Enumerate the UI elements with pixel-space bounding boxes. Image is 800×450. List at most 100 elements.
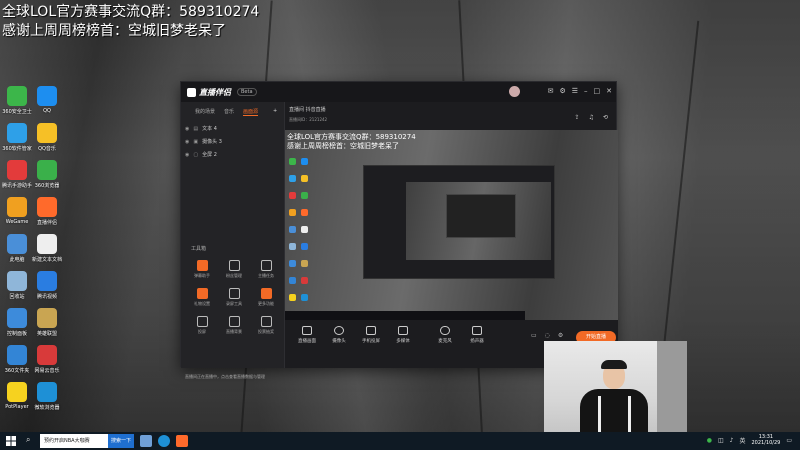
scene-label: 摄像头 3 [202, 139, 222, 145]
maximize-icon[interactable]: □ [594, 87, 601, 95]
minimize-icon[interactable]: – [584, 87, 588, 95]
tool-gifts[interactable]: 礼物设置 [186, 288, 218, 307]
gear-icon[interactable]: ⚙ [558, 332, 563, 339]
app-name: 直播伴侣 [199, 87, 231, 97]
phone-cast-button[interactable]: 手机投屏 [357, 326, 385, 344]
visibility-eye-icon[interactable]: ◉ [185, 152, 189, 158]
share-icon[interactable]: ⇪ [575, 114, 580, 121]
desktop-icon-label: 360安全卫士 [2, 109, 32, 115]
clock-date: 2021/10/29 [751, 440, 781, 446]
tab-music[interactable]: 音乐 [224, 108, 234, 116]
desktop-icon[interactable]: QQ音乐 [32, 123, 62, 152]
notification-icon[interactable]: ▭ [786, 437, 792, 444]
desktop-icon[interactable]: 回收站 [2, 271, 32, 300]
scene-row[interactable]: ◉ ▤ 文本 4 [181, 122, 284, 135]
overlay-qq-group-text: 全球LOL官方赛事交流Q群：589310274 [2, 4, 260, 20]
desktop-icon[interactable]: 360浏览器 [32, 160, 62, 189]
desktop-icon-label: 360软件管家 [2, 146, 32, 152]
microphone-button[interactable]: 麦克风 [431, 326, 459, 344]
camera-icon [334, 326, 344, 335]
desktop-icon-label: 腾讯手游助手 [2, 183, 32, 189]
desktop-icon[interactable]: 控制面板 [2, 308, 32, 337]
tool-danmaku[interactable]: 弹幕助手 [186, 260, 218, 279]
live-notice[interactable]: 直播间正在直播中，点击查看直播数据与管理 [185, 374, 265, 380]
visibility-eye-icon[interactable]: ◉ [185, 126, 189, 132]
desktop-icon[interactable]: 360软件管家 [2, 123, 32, 152]
version-badge: Beta [237, 88, 257, 96]
fullscreen-source-icon: ▢ [193, 151, 199, 158]
speaker-button[interactable]: 扬声器 [463, 326, 491, 344]
desktop-icon-label: 英雄联盟 [36, 331, 57, 337]
network-icon[interactable]: ◫ [718, 437, 724, 444]
overlay-thanks-text: 感谢上周周榜榜首：空城旧梦老呆了 [2, 23, 226, 39]
tool-cast[interactable]: 投屏 [186, 316, 218, 335]
windows-start-icon[interactable] [6, 436, 16, 446]
computer-icon [7, 234, 27, 254]
message-icon[interactable]: ✉ [548, 87, 554, 95]
live-companion-taskbar-icon[interactable] [176, 435, 188, 447]
desktop-icon[interactable]: 微软浏览器 [32, 382, 62, 411]
desktop-icon[interactable]: 英雄联盟 [32, 308, 62, 337]
bottom-tool-label: 多媒体 [396, 339, 410, 344]
desktop-icon[interactable]: WeGame [2, 197, 32, 225]
scene-panel: 我的场景 音乐 画面源 + ◉ ▤ 文本 4 ◉ ▣ 摄像头 3 ◉ ▢ 全屏 … [181, 102, 285, 379]
ime-icon[interactable]: 英 [739, 436, 745, 445]
media-button[interactable]: 多媒体 [389, 326, 417, 344]
tool-vote[interactable]: 投票抽奖 [250, 316, 282, 335]
bottom-tool-label: 麦克风 [438, 339, 452, 344]
close-icon[interactable]: ✕ [606, 87, 612, 95]
tool-fans[interactable]: 粉丝管理 [218, 260, 250, 279]
clock[interactable]: 13:31 2021/10/29 [752, 434, 781, 446]
edge-icon[interactable] [158, 435, 170, 447]
scene-row[interactable]: ◉ ▢ 全屏 2 [181, 148, 284, 161]
desktop-icon[interactable]: 360安全卫士 [2, 86, 32, 115]
menu-icon[interactable]: ☰ [572, 87, 578, 95]
desktop-icon[interactable]: 腾讯手游助手 [2, 160, 32, 189]
room-title[interactable]: 直播间 抖音直播 [289, 106, 326, 113]
desktop-icon[interactable]: 网易云音乐 [32, 345, 62, 374]
desktop-icon-label: 腾讯视频 [36, 294, 57, 300]
bell-icon[interactable]: ♫ [589, 114, 594, 121]
mini-controls: ▭ ◌ ⚙ [531, 332, 563, 339]
desktop-icon-label: PotPlayer [5, 404, 29, 410]
scene-label: 全屏 2 [202, 152, 217, 158]
desktop-icon[interactable]: QQ [32, 86, 62, 114]
desktop-icon-label: 网易云音乐 [34, 368, 60, 374]
desktop-icon[interactable]: 新建文本文档 [32, 234, 62, 263]
add-scene-icon[interactable]: + [273, 108, 277, 116]
refresh-icon[interactable]: ⟲ [603, 114, 608, 121]
nested-app-preview [363, 165, 555, 279]
desktop-icon[interactable]: 腾讯视频 [32, 271, 62, 300]
tool-calendar[interactable]: 直播背景 [218, 316, 250, 335]
tool-more[interactable]: 更多功能 [250, 288, 282, 307]
preview-video-icon [301, 243, 308, 250]
preview-qq-icon [301, 158, 308, 165]
screen-capture-button[interactable]: 直播画面 [293, 326, 321, 344]
user-avatar[interactable] [509, 86, 520, 97]
preview-control-panel-icon [289, 260, 296, 267]
desktop-icon[interactable]: 此电脑 [2, 234, 32, 263]
visibility-eye-icon[interactable]: ◉ [185, 139, 189, 145]
task-view-icon[interactable] [140, 435, 152, 447]
desktop-icon[interactable]: PotPlayer [2, 382, 32, 410]
tab-sources[interactable]: 画面源 [243, 108, 259, 116]
camera-button[interactable]: 摄像头 [325, 326, 353, 344]
stream-preview[interactable]: 全球LOL官方赛事交流Q群：589310274 感谢上周周榜榜首：空城旧梦老呆了 [285, 130, 618, 320]
scene-row[interactable]: ◉ ▣ 摄像头 3 [181, 135, 284, 148]
tool-record[interactable]: 录屏工具 [218, 288, 250, 307]
desktop-icon[interactable]: 360文件夹 [2, 345, 32, 374]
record-icon[interactable]: ▭ [531, 332, 537, 339]
taskbar-search-button[interactable]: 搜索一下 [108, 434, 134, 448]
preview-lol-icon [301, 260, 308, 267]
tab-my-scenes[interactable]: 我的场景 [195, 108, 215, 116]
video-icon [37, 271, 57, 291]
wechat-tray-icon[interactable]: ● [707, 437, 712, 444]
lock-icon[interactable]: ▤ [193, 126, 198, 132]
taskbar-search-input[interactable]: 预约开启NBA大咖赛 [40, 434, 108, 448]
volume-icon[interactable]: ♪ [730, 437, 734, 444]
chat-icon[interactable]: ◌ [545, 332, 550, 339]
settings-icon[interactable]: ⚙ [559, 87, 565, 95]
tool-tasks[interactable]: 主播任务 [250, 260, 282, 279]
desktop-icon[interactable]: 直播伴侣 [32, 197, 62, 226]
search-icon[interactable]: ⌕ [26, 435, 30, 445]
